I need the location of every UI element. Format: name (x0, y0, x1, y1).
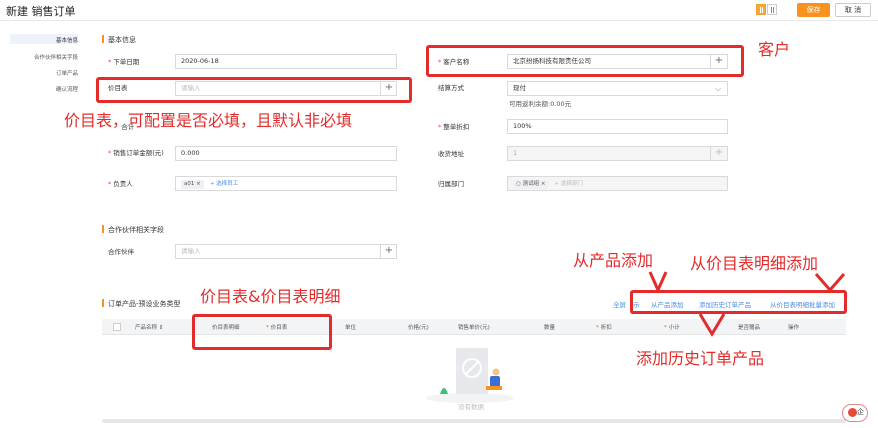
nav-item-basic-info[interactable]: 基本信息 (56, 36, 78, 44)
select-all-checkbox[interactable] (113, 323, 121, 331)
required-mark: * (596, 325, 599, 331)
column-unit: 单位 (345, 325, 357, 331)
empty-state-illustration (426, 348, 514, 403)
section-marker (102, 35, 104, 43)
nav-item-order-products[interactable]: 订单产品 (56, 69, 78, 77)
column-quantity: 数量 (544, 325, 556, 331)
partner-field[interactable]: 请输入 (175, 244, 397, 259)
plus-icon: + (384, 245, 394, 256)
required-mark: * (108, 180, 112, 188)
required-mark: * (438, 123, 442, 131)
owner-field[interactable]: a01 × + 选择员工 (175, 176, 397, 191)
annotation-box-price-list-columns (192, 314, 332, 350)
section-marker (102, 299, 104, 307)
section-title-partner: 合作伙伴相关字段 (108, 226, 164, 234)
annotation-box-price-list (96, 77, 412, 103)
owner-label: * 负责人 (108, 180, 133, 188)
department-label: 归属部门 (438, 180, 464, 188)
help-badge-text: 企 (857, 408, 864, 416)
order-amount-label: * 销售订单金额(元) (108, 149, 164, 157)
page-title: 新建 销售订单 (6, 5, 76, 18)
required-mark: * (108, 58, 112, 66)
settlement-label: 结算方式 (438, 84, 464, 92)
column-discount: * 折扣 (596, 325, 612, 331)
arrow-from-price-list (814, 273, 846, 293)
column-product-name[interactable]: 产品名称 ⇕ (135, 323, 163, 331)
list-view-icon (771, 7, 774, 13)
horizontal-scrollbar[interactable] (102, 419, 846, 423)
annotation-price-list-detail: 价目表&价目表明细 (200, 287, 341, 306)
column-sales-unit-price: 销售单价(元) (458, 325, 490, 331)
annotation-customer: 客户 (758, 40, 791, 59)
partner-label: 合作伙伴 (108, 248, 134, 256)
shipping-address-label: 收货地址 (438, 150, 464, 158)
chevron-down-icon[interactable]: ⌵ (715, 82, 721, 95)
column-price: 价格(元) (408, 325, 429, 331)
nav-item-approval-flow[interactable]: 确认流程 (56, 85, 78, 93)
person-laptop (486, 386, 502, 390)
list-view-toggle[interactable] (767, 4, 777, 15)
department-field[interactable]: ○ 测试组 × + 选择部门 (507, 176, 728, 191)
arrow-from-product (648, 271, 668, 294)
card-view-toggle[interactable] (756, 4, 766, 15)
address-add-button[interactable]: + (710, 146, 727, 161)
department-tag: ○ 测试组 × (513, 180, 549, 189)
select-department-link[interactable]: + 选择部门 (555, 181, 583, 187)
person-head (492, 368, 500, 376)
annotation-price-list-note: 价目表，可配置是否必填，且默认非必填 (64, 111, 353, 130)
order-date-label: * 下单日期 (108, 58, 140, 66)
help-widget[interactable]: 企 (842, 404, 868, 422)
settlement-select[interactable]: 现付 (507, 81, 728, 96)
save-button[interactable]: 保存 (797, 3, 830, 17)
nav-item-partner-fields[interactable]: 合作伙伴相关字段 (34, 53, 78, 61)
order-amount-field[interactable]: 0.000 (175, 146, 397, 161)
leaf-icon (440, 388, 448, 394)
card-view-icon (760, 7, 763, 13)
select-employee-link[interactable]: + 选择员工 (210, 181, 238, 187)
owner-tag: a01 × (181, 180, 204, 189)
arrow-from-history (698, 313, 726, 337)
section-title-basic: 基本信息 (108, 36, 136, 44)
document-icon (456, 348, 488, 394)
discount-label: * 整单折扣 (438, 123, 470, 131)
section-marker (102, 225, 104, 233)
section-title-products: 订单产品-预设业务类型 (108, 300, 181, 308)
annotation-arrows (648, 271, 846, 337)
notification-dot (848, 408, 857, 417)
rebate-balance-hint: 可用返利余额:0.00元 (509, 100, 572, 108)
required-mark: * (108, 149, 112, 157)
shipping-address-field[interactable]: 1 (507, 146, 728, 161)
partner-add-button[interactable]: + (380, 244, 397, 259)
sort-icon: ⇕ (158, 325, 164, 331)
plus-icon: + (714, 147, 724, 158)
discount-field[interactable]: 100% (507, 119, 728, 134)
header-divider (0, 20, 878, 21)
empty-state-text: 没有数据 (458, 403, 484, 411)
cancel-button[interactable]: 取 消 (835, 3, 871, 17)
annotation-box-customer (426, 45, 744, 77)
order-date-field[interactable]: 2020-06-18 (175, 54, 397, 69)
